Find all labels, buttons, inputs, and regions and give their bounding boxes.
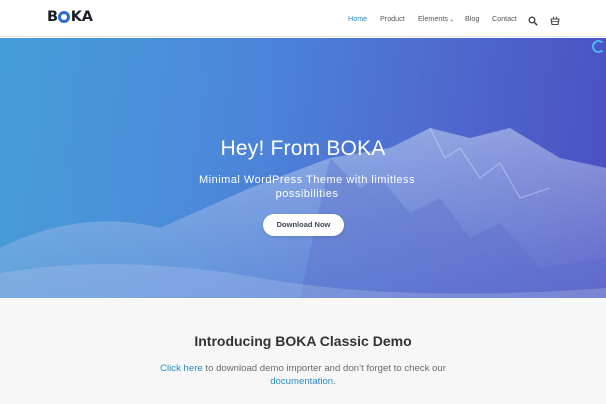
intro-text-middle: to download demo importer and don’t forg… <box>202 363 446 374</box>
logo-o-ring-icon <box>58 11 71 23</box>
intro-section: Introducing BOKA Classic Demo Click here… <box>0 298 606 404</box>
hero-banner: Hey! From BOKA Minimal WordPress Theme w… <box>0 38 606 298</box>
nav-item-elements[interactable]: Elements⌄ <box>418 12 454 27</box>
cart-icon[interactable] <box>550 13 560 26</box>
nav-item-elements-label: Elements <box>418 14 448 23</box>
nav-item-home[interactable]: Home <box>348 12 367 26</box>
intro-text: Click here to download demo importer and… <box>160 362 446 388</box>
chevron-down-icon: ⌄ <box>448 16 454 23</box>
mountain-background-image <box>0 38 606 298</box>
site-header: B KA Home Product Elements⌄ Blog Contact <box>0 0 606 37</box>
hero-title: Hey! From BOKA <box>220 137 386 160</box>
nav-item-product[interactable]: Product <box>380 12 405 26</box>
hero-subtitle: Minimal WordPress Theme with limitless p… <box>198 174 416 200</box>
search-icon[interactable] <box>528 13 538 26</box>
nav-item-blog[interactable]: Blog <box>465 12 479 26</box>
download-now-button[interactable]: Download Now <box>263 214 344 236</box>
documentation-link[interactable]: documentation <box>270 376 333 387</box>
site-logo[interactable]: B KA <box>47 9 93 25</box>
logo-letters-ka: KA <box>70 9 93 25</box>
nav-item-contact[interactable]: Contact <box>492 12 517 26</box>
logo-letter-b: B <box>47 9 58 25</box>
loading-spinner-icon <box>592 40 605 53</box>
intro-title: Introducing BOKA Classic Demo <box>194 333 412 349</box>
intro-text-end: . <box>333 376 336 387</box>
click-here-link[interactable]: Click here <box>160 363 203 374</box>
